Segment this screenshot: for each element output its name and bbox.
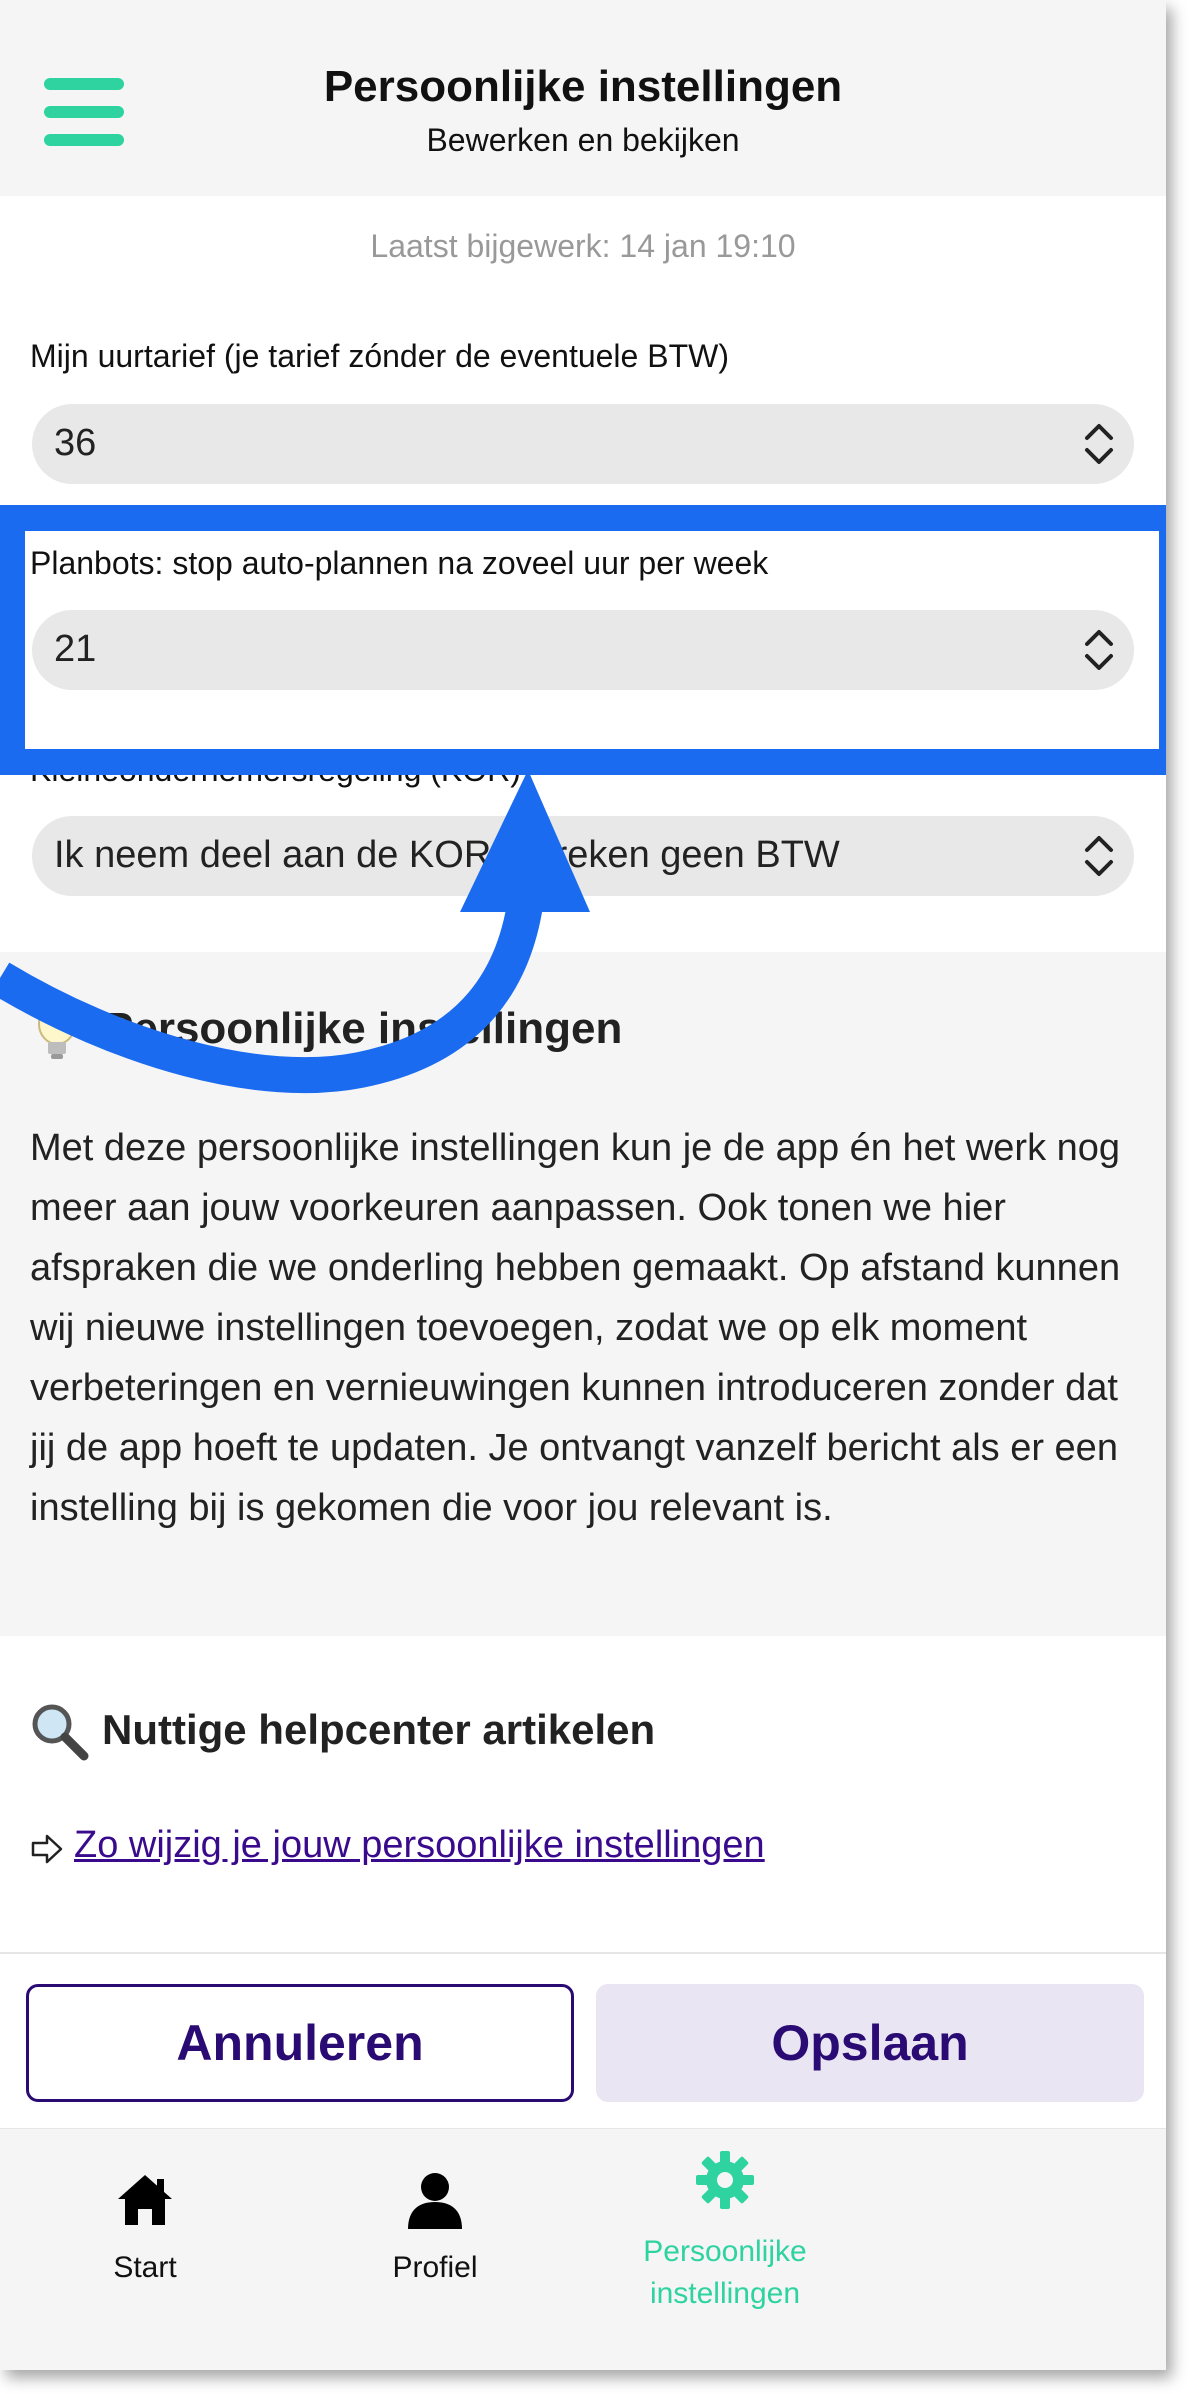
- hourly-rate-select[interactable]: 36: [32, 404, 1134, 484]
- planbots-limit-value: 21: [54, 628, 97, 670]
- gear-icon: [696, 2151, 754, 2209]
- hourly-rate-value: 36: [54, 422, 97, 464]
- tab-label: Start: [113, 2251, 177, 2284]
- arrow-right-icon: [31, 1834, 63, 1864]
- tab-label: Profiel: [392, 2251, 478, 2284]
- help-article-link[interactable]: Zo wijzig je jouw persoonlijke instellin…: [74, 1824, 765, 1867]
- select-arrows-icon: [1085, 630, 1113, 670]
- hourly-rate-label: Mijn uurtarief (je tarief zónder de even…: [30, 338, 729, 374]
- info-body: Met deze persoonlijke instellingen kun j…: [30, 1127, 1121, 1529]
- kor-value: Ik neem deel aan de KOR en reken geen BT…: [54, 834, 840, 876]
- tab-persoonlijke-instellingen[interactable]: Persoonlijke instellingen: [580, 2129, 870, 2370]
- header: Persoonlijke instellingen Bewerken en be…: [0, 0, 1166, 196]
- select-arrows-icon: [1085, 836, 1113, 876]
- info-title: Persoonlijke instellingen: [104, 1004, 623, 1053]
- info-section: Persoonlijke instellingen Met deze perso…: [0, 952, 1166, 1636]
- planbots-limit-label: Planbots: stop auto-plannen na zoveel uu…: [30, 545, 769, 581]
- tab-profiel[interactable]: Profiel: [290, 2129, 580, 2370]
- help-title: Nuttige helpcenter artikelen: [102, 1706, 656, 1753]
- tab-label: Persoonlijke instellingen: [643, 2235, 807, 2310]
- cancel-button[interactable]: Annuleren: [26, 1984, 574, 2102]
- magnifier-icon: [32, 1704, 89, 1761]
- app-screen: Persoonlijke instellingen Bewerken en be…: [0, 0, 1166, 2370]
- action-bar: Annuleren Opslaan: [0, 1952, 1166, 2128]
- select-arrows-icon: [1085, 424, 1113, 464]
- kor-label: Kleineondernemersregeling (KOR): [30, 752, 521, 788]
- kor-select[interactable]: Ik neem deel aan de KOR en reken geen BT…: [32, 816, 1134, 896]
- home-icon: [118, 2175, 172, 2225]
- tab-start[interactable]: Start: [0, 2129, 290, 2370]
- last-updated-text: Laatst bijgewerk: 14 jan 19:10: [370, 228, 796, 264]
- save-button[interactable]: Opslaan: [596, 1984, 1144, 2102]
- planbots-limit-select[interactable]: 21: [32, 610, 1134, 690]
- page-title: Persoonlijke instellingen: [323, 62, 843, 111]
- tab-bar: Start Profiel Persoonlijke instellingen: [0, 2128, 1166, 2370]
- page-subtitle: Bewerken en bekijken: [426, 122, 740, 158]
- lightbulb-icon: [38, 1003, 76, 1059]
- person-icon: [408, 2173, 462, 2229]
